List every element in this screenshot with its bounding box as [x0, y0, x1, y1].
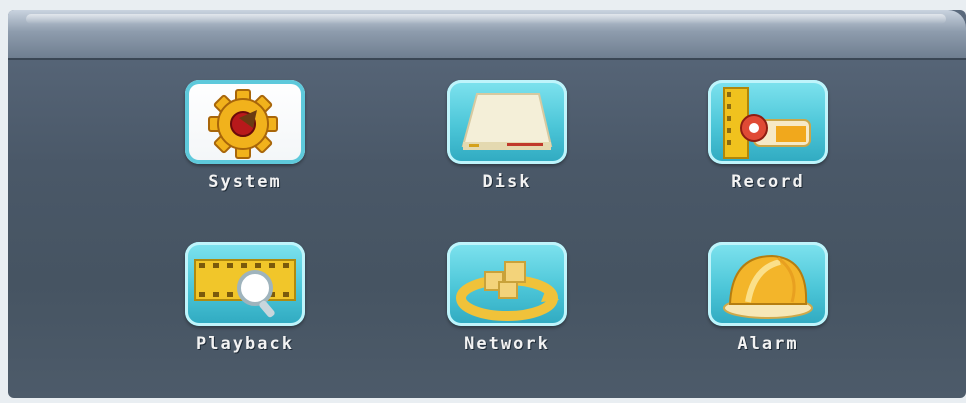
menu-label-record: Record	[731, 172, 805, 192]
alarm-icon	[723, 254, 813, 319]
gear-icon	[208, 89, 278, 159]
record-icon	[723, 87, 811, 159]
record-icon-box[interactable]	[708, 80, 828, 164]
title-bar-highlight	[26, 14, 946, 24]
menu-label-network: Network	[464, 334, 550, 354]
menu-item-alarm[interactable]: Alarm	[693, 242, 843, 362]
menu-label-system: System	[208, 172, 282, 192]
menu-item-record[interactable]: Record	[693, 80, 843, 200]
playback-icon	[194, 259, 296, 318]
menu-label-alarm: Alarm	[737, 334, 799, 354]
network-icon-box[interactable]	[447, 242, 567, 326]
menu-item-system[interactable]: System	[170, 80, 320, 200]
menu-item-network[interactable]: Network	[432, 242, 582, 362]
menu-label-playback: Playback	[196, 334, 294, 354]
disk-icon-box[interactable]	[447, 80, 567, 164]
menu-item-playback[interactable]: Playback	[170, 242, 320, 362]
network-icon	[456, 261, 559, 321]
system-icon-box[interactable]	[185, 80, 305, 164]
menu-item-disk[interactable]: Disk	[432, 80, 582, 200]
title-bar	[8, 10, 966, 60]
menu-label-disk: Disk	[482, 172, 532, 192]
alarm-icon-box[interactable]	[708, 242, 828, 326]
dvr-main-menu: System Disk Record Playback Network Alar…	[8, 10, 966, 398]
disk-icon	[461, 93, 553, 150]
playback-icon-box[interactable]	[185, 242, 305, 326]
